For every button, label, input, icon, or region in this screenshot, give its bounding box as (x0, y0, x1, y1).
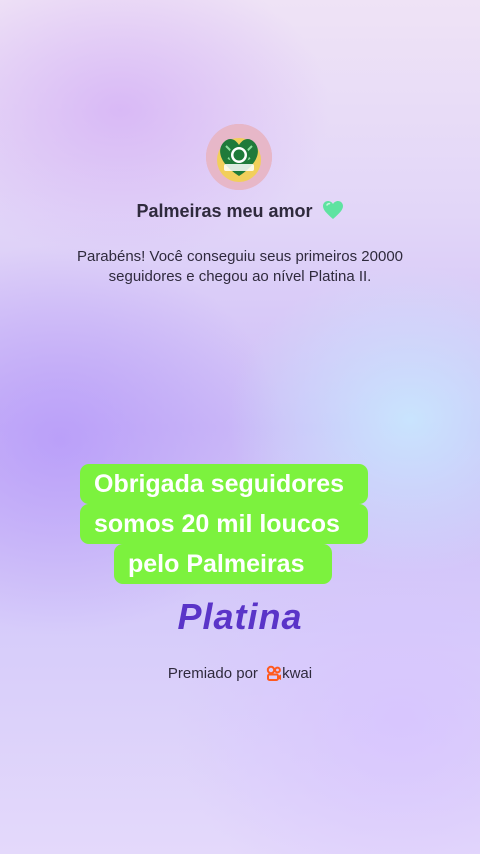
awarded-by: Premiado por kwai (0, 665, 480, 685)
green-heart-icon (322, 200, 344, 225)
profile-title: Palmeiras meu amor (0, 200, 480, 225)
awarded-by-label: Premiado por (167, 665, 258, 682)
avatar[interactable] (206, 124, 272, 190)
kwai-logo-icon (266, 665, 282, 685)
milestone-message: Parabéns! Você conseguiu seus primeiros … (76, 248, 404, 285)
caption-line: Obrigada seguidores (80, 464, 368, 504)
caption-line: somos 20 mil loucos (80, 504, 368, 544)
tier-label: Platina (177, 596, 303, 637)
caption-line: pelo Palmeiras (114, 544, 332, 584)
palmeiras-crest-icon (206, 124, 272, 190)
kwai-brand-text: kwai (282, 665, 313, 682)
profile-name: Palmeiras meu amor (136, 201, 313, 221)
